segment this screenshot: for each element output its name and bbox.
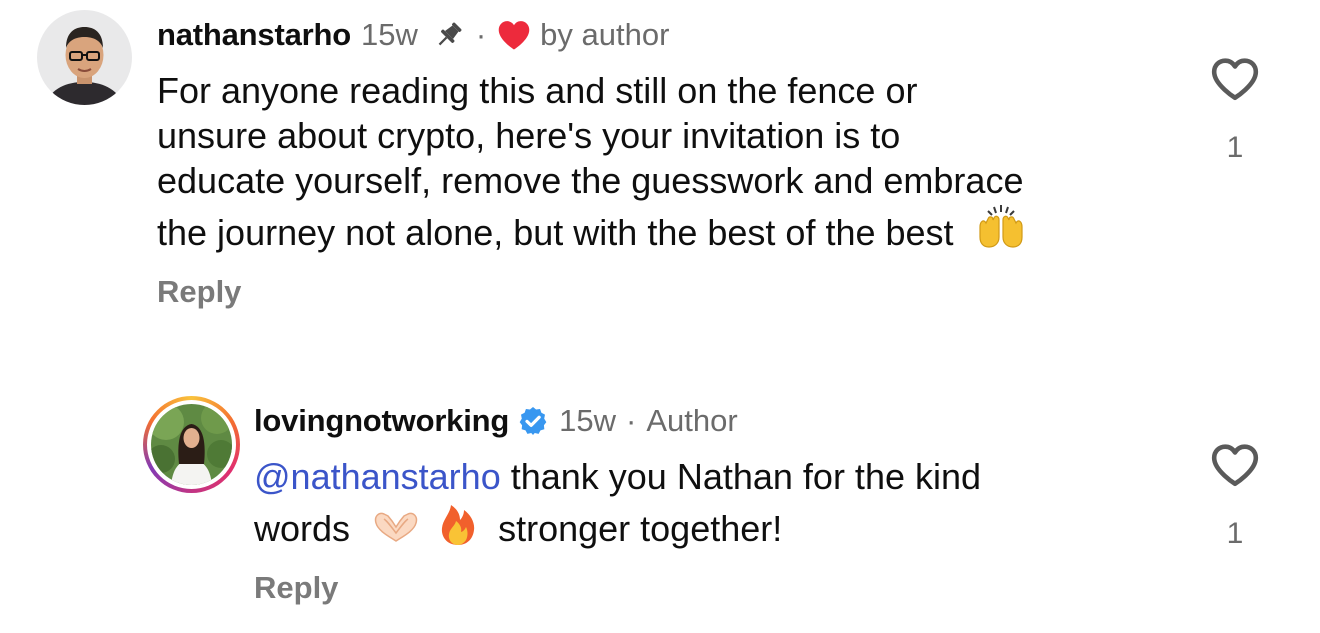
like-column: 1 <box>1205 56 1265 166</box>
verified-badge-icon <box>517 405 549 437</box>
reply-button[interactable]: Reply <box>254 568 338 608</box>
comment-text-segment: thank you Nathan for the kind <box>500 456 982 497</box>
raising-hands-emoji <box>974 203 1028 261</box>
comment-text-line: @nathanstarho thank you Nathan for the k… <box>254 454 981 499</box>
story-ring[interactable] <box>143 396 240 493</box>
comment-header: nathanstarho 15w · by author <box>157 15 669 55</box>
timestamp: 15w <box>360 17 418 52</box>
comments-thread: nathanstarho 15w · by author For anyone … <box>0 0 1320 633</box>
comment-text-segment: stronger together! <box>498 508 783 549</box>
comment-text-line: educate yourself, remove the guesswork a… <box>157 160 1024 201</box>
heart-filled-icon <box>496 19 532 51</box>
username[interactable]: nathanstarho <box>157 15 351 55</box>
comment-text-line: For anyone reading this and still on the… <box>157 70 918 111</box>
fire-emoji <box>438 499 478 557</box>
avatar <box>151 404 232 485</box>
avatar[interactable] <box>37 10 132 105</box>
timestamp: 15w <box>559 403 616 438</box>
comment-lovingnotworking: lovingnotworking 15w · Author @nathansta… <box>0 390 1320 633</box>
comment-text: @nathanstarho thank you Nathan for the k… <box>254 454 981 557</box>
author-label: Author <box>646 403 738 438</box>
reply-button[interactable]: Reply <box>157 272 241 312</box>
comment-header: lovingnotworking 15w · Author <box>254 401 738 441</box>
mention-link[interactable]: @nathanstarho <box>254 456 501 497</box>
separator-dot: · <box>475 17 487 52</box>
liked-by-author-label: by author <box>540 17 670 52</box>
username[interactable]: lovingnotworking <box>254 401 509 441</box>
comment-text-line: unsure about crypto, here's your invitat… <box>157 115 901 156</box>
like-column: 1 <box>1205 442 1265 552</box>
heart-hands-emoji <box>370 507 422 557</box>
separator-dot: · <box>625 403 637 438</box>
pin-icon <box>432 18 466 52</box>
comment-text: For anyone reading this and still on the… <box>157 68 1028 261</box>
like-count: 1 <box>1226 131 1244 164</box>
comment-text-segment: words <box>254 508 351 549</box>
like-count: 1 <box>1226 517 1244 550</box>
comment-nathanstarho: nathanstarho 15w · by author For anyone … <box>0 0 1320 330</box>
comment-text-line: the journey not alone, but with the best… <box>157 212 954 253</box>
like-heart-icon[interactable] <box>1210 56 1260 102</box>
comment-text-line: words stronger together! <box>254 499 981 557</box>
comment-text-line-last: the journey not alone, but with the best… <box>157 203 1028 261</box>
like-heart-icon[interactable] <box>1210 442 1260 488</box>
